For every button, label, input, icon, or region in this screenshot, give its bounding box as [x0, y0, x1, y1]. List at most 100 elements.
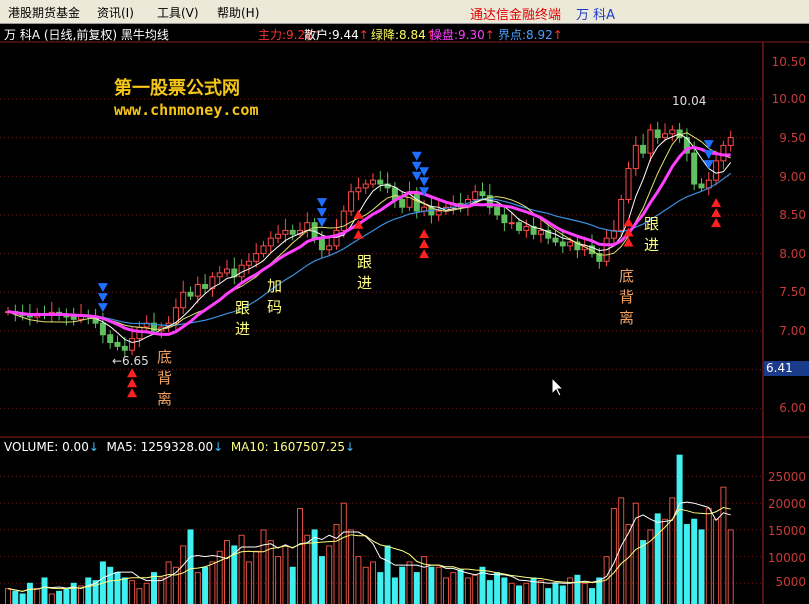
sell-signal-icon	[316, 208, 327, 218]
volume-bar	[399, 566, 406, 604]
sell-signal-icon	[411, 161, 422, 171]
volume-bar	[494, 572, 501, 604]
price-axis-label: 9.50	[779, 131, 806, 145]
indicator-operate: 操盘:9.30↑	[430, 26, 495, 43]
volume-bar	[683, 524, 690, 604]
candle-body	[121, 345, 128, 351]
volume-bar	[720, 486, 727, 604]
buy-signal-icon	[711, 198, 722, 208]
candle-body	[516, 222, 522, 231]
current-price-tag: 6.41	[764, 361, 809, 376]
indicator-green-drop: 绿降:8.84↑	[371, 26, 436, 43]
label-follow: 跟进	[357, 253, 373, 292]
volume-bar	[486, 580, 493, 604]
candle-body	[370, 179, 376, 185]
volume-bar	[464, 577, 471, 604]
candle-body	[70, 316, 77, 320]
volume-bar	[669, 497, 676, 604]
value: 8.92	[526, 28, 553, 42]
buy-signal-icon	[353, 229, 364, 239]
volume-bar	[567, 577, 574, 604]
volume-bar	[26, 582, 33, 604]
mouse-cursor-icon	[551, 376, 565, 397]
volume-value: VOLUME: 0.00	[4, 440, 89, 454]
down-arrow-icon: ↓	[88, 440, 99, 454]
low-price-marker: ←6.65	[112, 354, 149, 368]
value: 9.44	[332, 28, 359, 42]
candle-body	[618, 198, 625, 231]
volume-bar	[443, 577, 449, 604]
candle-body	[479, 191, 486, 197]
volume-bar	[501, 577, 508, 604]
volume-bar	[180, 545, 187, 604]
down-arrow-icon: ↓	[345, 440, 356, 454]
volume-bar	[48, 593, 55, 604]
candle-body	[698, 183, 705, 189]
sell-signal-icon	[703, 150, 714, 160]
sell-signal-icon	[97, 303, 108, 313]
candle-body	[494, 206, 501, 216]
candle-body	[647, 129, 654, 154]
indicator-boundary: 界点:8.92↑	[498, 26, 563, 43]
candle-body	[713, 160, 720, 181]
volume-bar	[508, 582, 515, 604]
candle-body	[333, 229, 340, 247]
value: 9.30	[458, 28, 485, 42]
volume-bar	[552, 582, 559, 604]
volume-bar	[63, 588, 70, 604]
volume-bar	[129, 580, 136, 604]
candle-body	[537, 229, 544, 235]
candle-body	[377, 179, 384, 185]
volume-axis-label: 25000	[767, 470, 806, 484]
buy-signal-icon	[127, 388, 138, 398]
up-arrow-icon: ↑	[358, 28, 369, 42]
chart-title: 万 科A (日线,前复权) 黑牛均线	[4, 28, 169, 42]
volume-bar	[143, 582, 150, 604]
volume-ma5: MA5: 1259328.00	[106, 440, 214, 454]
buy-signal-icon	[711, 218, 722, 228]
volume-bar	[676, 454, 683, 604]
candle-body	[253, 253, 260, 262]
candle-body	[508, 222, 515, 225]
buy-signal-icon	[419, 239, 430, 249]
candle-body	[567, 241, 574, 247]
volume-bar	[589, 588, 595, 604]
price-axis-label: 6.00	[779, 401, 806, 415]
volume-bar	[19, 593, 26, 604]
volume-bar	[457, 569, 464, 604]
volume-bar	[194, 572, 201, 604]
volume-bar	[654, 513, 661, 604]
candle-body	[435, 210, 442, 216]
volume-bar	[435, 566, 442, 604]
volume-bar	[304, 534, 311, 604]
volume-bar	[85, 577, 92, 604]
candle-body	[501, 214, 508, 224]
label: 界点:	[498, 28, 527, 42]
label-bottom-divergence: 底背离	[619, 267, 635, 327]
volume-bar	[107, 566, 114, 604]
candle-body	[625, 168, 632, 200]
candle-body	[129, 338, 136, 351]
volume-bar	[391, 577, 398, 604]
volume-bar	[260, 529, 267, 604]
label-follow: 跟进	[644, 215, 660, 254]
volume-bar	[384, 545, 391, 604]
candle-body	[727, 137, 734, 146]
candle-body	[355, 187, 362, 193]
volume-bar	[275, 556, 282, 604]
volume-bar	[640, 540, 647, 604]
volume-bar	[472, 574, 479, 604]
candle-body	[720, 144, 727, 162]
volume-axis-label: 20000	[767, 497, 806, 511]
candle-body	[187, 291, 194, 297]
volume-bar	[136, 588, 143, 604]
volume-bar	[326, 545, 333, 604]
candle-body	[362, 183, 369, 189]
volume-bar	[5, 588, 11, 604]
sell-signal-icon	[97, 283, 108, 293]
buy-signal-icon	[419, 229, 430, 239]
up-arrow-icon: ↑	[484, 28, 495, 42]
candle-body	[267, 237, 274, 247]
sell-signal-icon	[411, 151, 422, 161]
candle-body	[654, 129, 661, 139]
